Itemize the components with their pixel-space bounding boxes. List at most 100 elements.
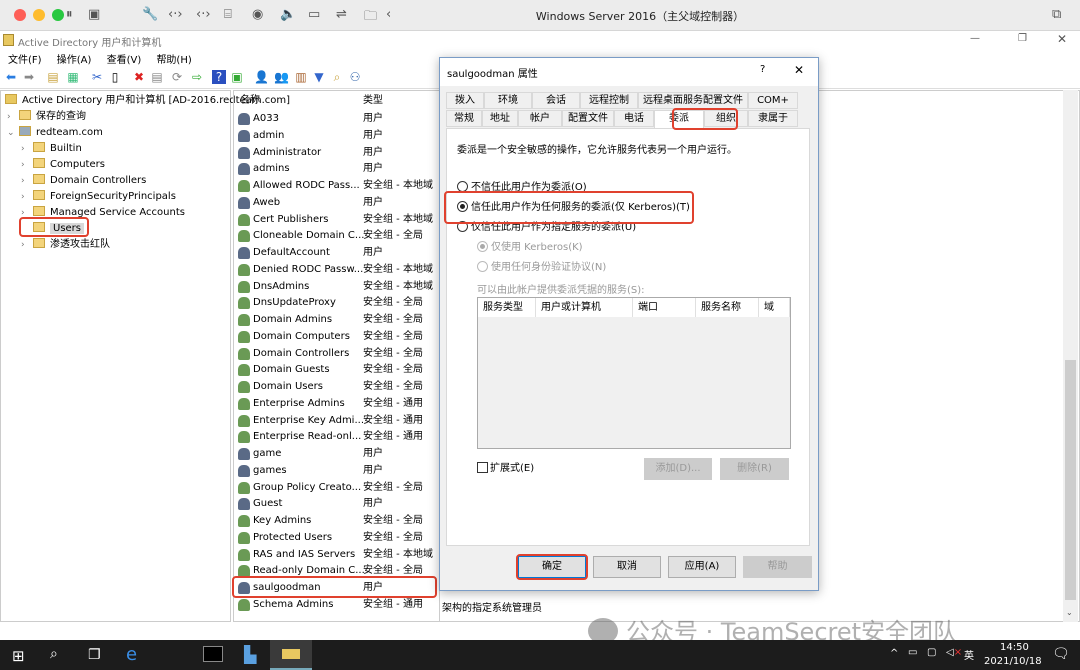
notification-icon[interactable]: 🗨 xyxy=(1052,646,1070,662)
list-item[interactable]: Protected Users 安全组 - 全局 xyxy=(238,530,438,546)
list-item[interactable]: Denied RODC Passw... 安全组 - 本地域 xyxy=(238,262,438,278)
new-user-icon[interactable]: 👤 xyxy=(254,70,269,84)
paste-icon[interactable]: ▯ xyxy=(108,70,122,84)
ime-indicator[interactable]: 英 xyxy=(964,647,974,662)
back-icon[interactable]: ⬅ xyxy=(4,70,18,84)
help-button[interactable]: 帮助 xyxy=(743,556,812,578)
tab[interactable]: 会话 xyxy=(532,92,580,109)
list-item[interactable]: Guest 用户 xyxy=(238,496,438,512)
list-item[interactable]: DefaultAccount 用户 xyxy=(238,245,438,261)
help-icon[interactable]: ? xyxy=(760,64,765,75)
server-manager-icon[interactable]: ▙ xyxy=(244,645,256,664)
add-button[interactable]: 添加(D)... xyxy=(644,458,712,480)
find-icon[interactable]: ⌕ xyxy=(330,70,344,84)
chevron-right-icon[interactable]: › xyxy=(21,173,33,189)
list-item[interactable]: Allowed RODC Pass... 安全组 - 本地域 xyxy=(238,178,438,194)
volume-muted-icon[interactable]: ◁× xyxy=(946,647,962,658)
close-icon[interactable]: ✕ xyxy=(1057,32,1067,46)
new-ou-icon[interactable]: ▥ xyxy=(294,70,308,84)
tree-item[interactable]: › 渗透攻击红队 xyxy=(21,237,110,253)
export-icon[interactable]: ⇨ xyxy=(190,70,204,84)
task-view-icon[interactable]: ❐ xyxy=(88,647,101,663)
column-name[interactable]: 名称 xyxy=(240,93,260,109)
tab[interactable]: 远程桌面服务配置文件 xyxy=(638,92,748,109)
expanded-checkbox[interactable]: 扩展式(E) xyxy=(477,459,534,474)
clock-date[interactable]: 2021/10/18 xyxy=(984,656,1042,667)
menu-view[interactable]: 查看(V) xyxy=(107,55,142,66)
list-item[interactable]: Cert Publishers 安全组 - 本地域 xyxy=(238,212,438,228)
chevron-right-icon[interactable]: › xyxy=(21,141,33,157)
list-item[interactable]: A033 用户 xyxy=(238,111,438,127)
ie-icon[interactable]: e xyxy=(126,644,137,665)
list-item[interactable]: Cloneable Domain C... 安全组 - 全局 xyxy=(238,228,438,244)
list-item[interactable]: Domain Controllers 安全组 - 全局 xyxy=(238,346,438,362)
radio-button[interactable] xyxy=(477,241,488,252)
tab[interactable]: 常规 xyxy=(446,110,482,127)
radio-button[interactable] xyxy=(477,261,488,272)
services-table[interactable]: 服务类型 用户或计算机 端口 服务名称域 xyxy=(477,297,791,449)
list-item[interactable]: admins 用户 xyxy=(238,161,438,177)
fullscreen-icon[interactable]: ⧉ xyxy=(1052,7,1061,22)
up-folder-icon[interactable]: ▤ xyxy=(46,70,60,84)
tree-item[interactable]: › Computers xyxy=(21,157,105,173)
column-type[interactable]: 类型 xyxy=(363,93,383,109)
ad-taskbar-button[interactable] xyxy=(270,640,312,670)
show-tree-icon[interactable]: ▦ xyxy=(66,70,80,84)
list-item[interactable]: RAS and IAS Servers 安全组 - 本地域 xyxy=(238,547,438,563)
tab[interactable]: 远程控制 xyxy=(580,92,638,109)
list-item[interactable]: Domain Admins 安全组 - 全局 xyxy=(238,312,438,328)
filter-icon[interactable]: ▼ xyxy=(312,70,326,84)
tab[interactable]: 环境 xyxy=(484,92,532,109)
delete-icon[interactable]: ✖ xyxy=(132,70,146,84)
menu-help[interactable]: 帮助(H) xyxy=(156,55,191,66)
radio-any-protocol[interactable]: 使用任何身份验证协议(N) xyxy=(477,261,606,275)
list-item[interactable]: Enterprise Key Admi... 安全组 - 通用 xyxy=(238,413,438,429)
tree-saved-queries[interactable]: › 保存的查询 xyxy=(7,109,86,125)
terminal-icon[interactable] xyxy=(203,646,223,662)
list-item[interactable]: Domain Guests 安全组 - 全局 xyxy=(238,362,438,378)
cancel-button[interactable]: 取消 xyxy=(593,556,661,578)
menu-action[interactable]: 操作(A) xyxy=(57,55,92,66)
tree-item[interactable]: › Domain Controllers xyxy=(21,173,146,189)
column-header[interactable]: 服务名称 xyxy=(696,298,759,317)
menu-file[interactable]: 文件(F) xyxy=(8,55,42,66)
tab[interactable]: 配置文件 xyxy=(562,110,614,127)
battery-icon[interactable]: ▭ xyxy=(908,647,917,658)
chevron-right-icon[interactable]: › xyxy=(21,157,33,173)
radio-kerberos-only[interactable]: 仅使用 Kerberos(K) xyxy=(477,241,583,255)
tree-item[interactable]: › Builtin xyxy=(21,141,82,157)
chevron-up-icon[interactable]: ^ xyxy=(890,648,898,659)
apply-button[interactable]: 应用(A) xyxy=(668,556,736,578)
tab[interactable]: 地址 xyxy=(482,110,518,127)
list-item[interactable]: Enterprise Admins 安全组 - 通用 xyxy=(238,396,438,412)
chevron-right-icon[interactable]: › xyxy=(21,189,33,205)
cut-icon[interactable]: ✂ xyxy=(90,70,104,84)
help-icon[interactable]: ? xyxy=(212,70,226,84)
list-item[interactable]: Schema Admins 安全组 - 通用 xyxy=(238,597,438,613)
tree-domain[interactable]: ⌄ redteam.com xyxy=(7,125,103,141)
list-item[interactable]: games 用户 xyxy=(238,463,438,479)
close-icon[interactable]: ✕ xyxy=(794,63,804,77)
column-header[interactable]: 域 xyxy=(759,298,790,317)
chevron-right-icon[interactable]: › xyxy=(21,237,33,253)
refresh-icon[interactable]: ⟳ xyxy=(170,70,184,84)
start-icon[interactable]: ⊞ xyxy=(12,647,25,665)
column-header[interactable]: 用户或计算机 xyxy=(536,298,633,317)
forward-icon[interactable]: ➡ xyxy=(22,70,36,84)
list-item[interactable]: Group Policy Creato... 安全组 - 全局 xyxy=(238,480,438,496)
tab[interactable]: COM+ xyxy=(748,92,798,109)
list-item[interactable]: Aweb 用户 xyxy=(238,195,438,211)
column-header[interactable]: 服务类型 xyxy=(478,298,536,317)
list-item[interactable]: DnsUpdateProxy 安全组 - 全局 xyxy=(238,295,438,311)
remove-button[interactable]: 删除(R) xyxy=(720,458,789,480)
chevron-right-icon[interactable]: › xyxy=(7,109,19,125)
new-group-icon[interactable]: 👥 xyxy=(274,70,289,84)
console-icon[interactable]: ▣ xyxy=(230,70,244,84)
tab[interactable]: 帐户 xyxy=(518,110,562,127)
search-icon[interactable]: ⌕ xyxy=(50,646,58,662)
list-item[interactable]: Domain Users 安全组 - 全局 xyxy=(238,379,438,395)
tab[interactable]: 隶属于 xyxy=(748,110,798,127)
tab[interactable]: 拨入 xyxy=(446,92,484,109)
clock-time[interactable]: 14:50 xyxy=(1000,642,1029,653)
minimize-icon[interactable]: — xyxy=(970,33,980,44)
